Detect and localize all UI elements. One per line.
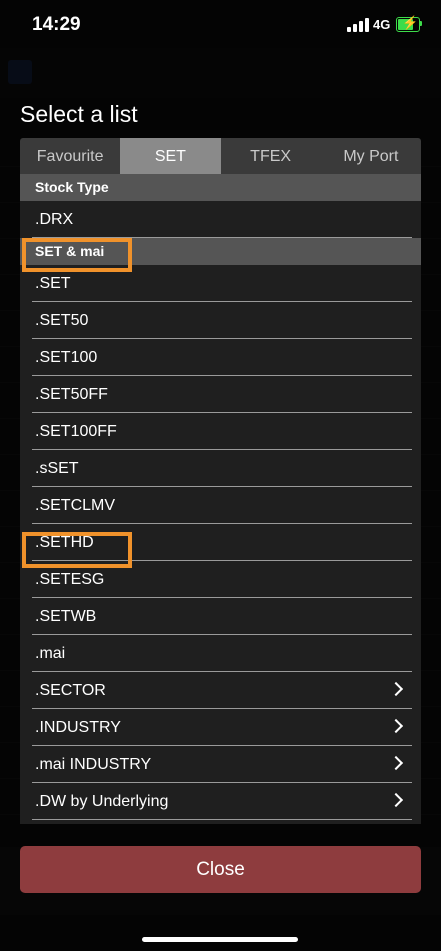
list-item[interactable]: .INDUSTRY	[20, 709, 421, 746]
list-item-label: .SET100	[35, 349, 98, 366]
list-item-label: .mai INDUSTRY	[35, 756, 152, 773]
list-item-label: .SET100FF	[35, 423, 117, 440]
network-type: 4G	[373, 17, 391, 32]
status-bar: 14:29 4G ⚡	[0, 0, 441, 48]
list-item[interactable]: .SET100FF	[20, 413, 421, 450]
tab-tfex[interactable]: TFEX	[221, 138, 321, 174]
list-item-label: .sSET	[35, 460, 79, 477]
list-item[interactable]: .mai	[20, 635, 421, 672]
list-item[interactable]: .SETWB	[20, 598, 421, 635]
list-item-label: .DW by Underlying	[35, 793, 169, 810]
list-item-label: .SET50	[35, 312, 89, 329]
list-item[interactable]: .SECTOR	[20, 672, 421, 709]
list-item-label: .DRX	[35, 211, 74, 228]
chevron-right-icon	[388, 718, 404, 734]
list-item-label: .mai	[35, 645, 66, 662]
chevron-right-icon	[388, 755, 404, 771]
tab-set[interactable]: SET	[120, 138, 221, 174]
tab-my-port[interactable]: My Port	[321, 138, 421, 174]
list-item[interactable]: .SETCLMV	[20, 487, 421, 524]
modal-title: Select a list	[20, 101, 138, 127]
home-indicator	[142, 937, 298, 942]
list-item[interactable]: .DRX	[20, 201, 421, 238]
chevron-right-icon	[388, 792, 404, 808]
cellular-signal-icon	[347, 18, 369, 32]
list-item-label: .SETCLMV	[35, 497, 116, 514]
battery-cap	[420, 21, 422, 26]
list-item-label: .SETWB	[35, 608, 97, 625]
list-item[interactable]: .sSET	[20, 450, 421, 487]
chevron-right-icon	[388, 681, 404, 697]
list-item[interactable]: .DW by Underlying	[20, 783, 421, 820]
battery-icon: ⚡	[396, 15, 420, 32]
status-time: 14:29	[32, 14, 81, 35]
close-button[interactable]: Close	[20, 846, 421, 893]
highlight-box-sethd	[22, 532, 132, 568]
section-header: Stock Type	[20, 174, 421, 201]
list-item-label: .SET50FF	[35, 386, 108, 403]
row-divider	[32, 819, 412, 820]
highlight-box-set-mai	[22, 238, 132, 272]
list-item-label: .SECTOR	[35, 682, 106, 699]
list-item[interactable]: .SET50	[20, 302, 421, 339]
list-tabs: Favourite SET TFEX My Port	[20, 138, 421, 174]
list-item[interactable]: .SET50FF	[20, 376, 421, 413]
list-item[interactable]: .SET100	[20, 339, 421, 376]
list-item-label: .INDUSTRY	[35, 719, 121, 736]
list-item[interactable]: .mai INDUSTRY	[20, 746, 421, 783]
tab-favourite[interactable]: Favourite	[20, 138, 120, 174]
